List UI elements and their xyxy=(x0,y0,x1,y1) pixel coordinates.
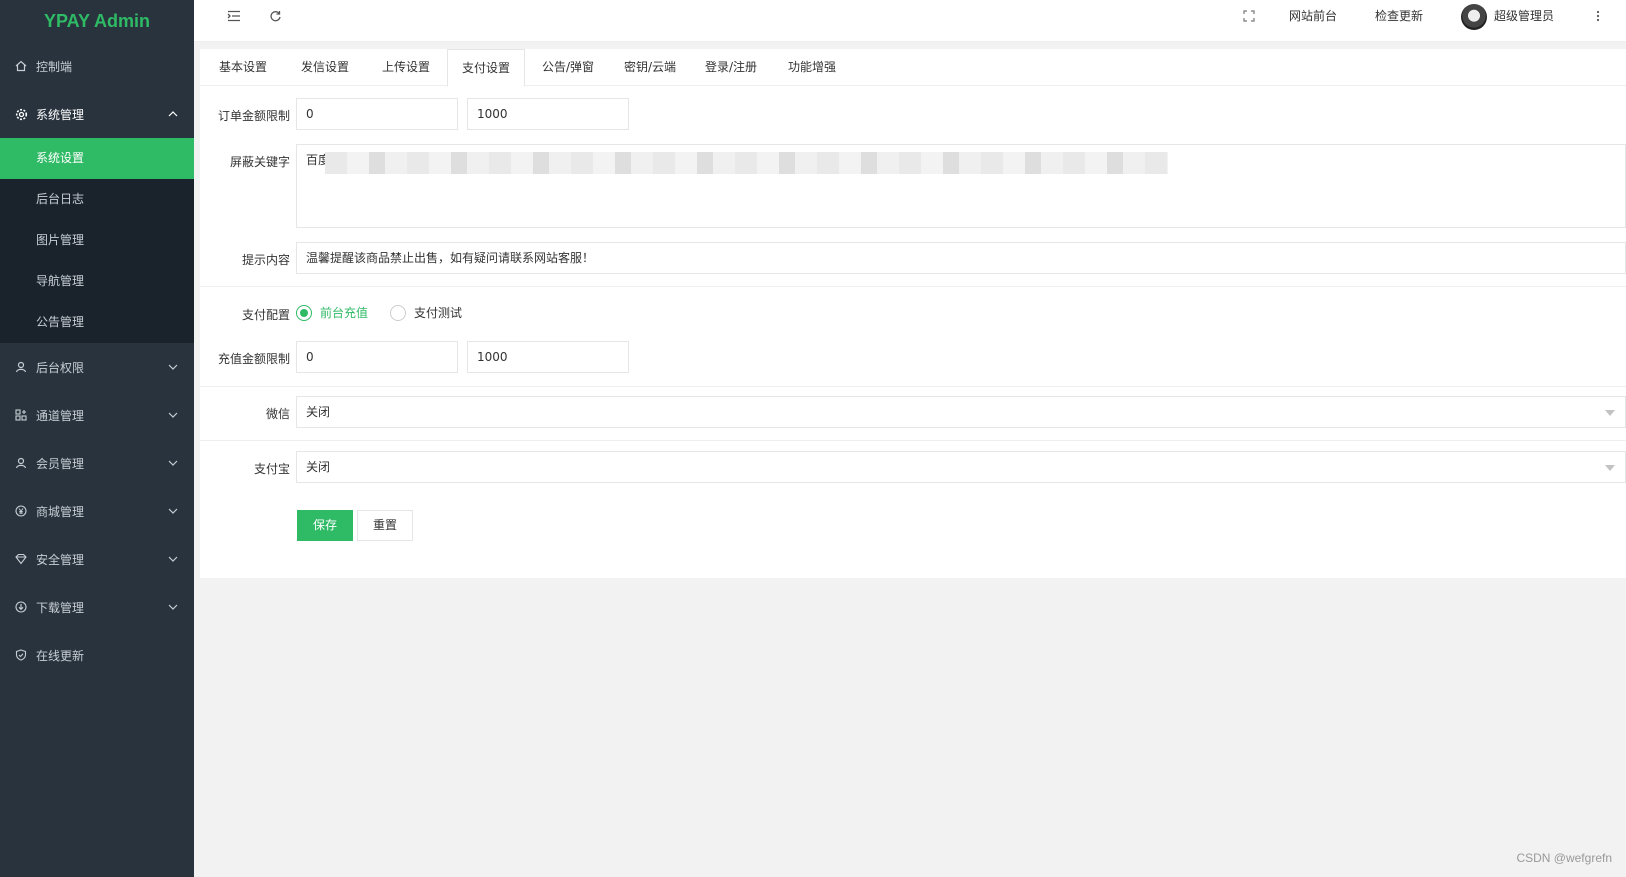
sidebar-item-members[interactable]: 会员管理 xyxy=(0,439,194,487)
user-icon xyxy=(14,360,28,374)
watermark: CSDN @wefgrefn xyxy=(1516,851,1612,865)
radio-pay-test[interactable]: 支付测试 xyxy=(390,304,462,321)
section-divider xyxy=(200,386,1626,387)
wechat-select-value: 关闭 xyxy=(306,405,331,419)
app-logo[interactable]: YPAY Admin xyxy=(0,0,194,42)
blurred-redaction xyxy=(325,152,1168,174)
tab-payment[interactable]: 支付设置 xyxy=(447,49,526,87)
tab-keys[interactable]: 密钥/云端 xyxy=(610,49,690,86)
sidebar-item-label: 商城管理 xyxy=(36,504,85,519)
recharge-min-input[interactable]: 0 xyxy=(296,341,458,373)
alipay-select-value: 关闭 xyxy=(306,460,331,474)
avatar[interactable] xyxy=(1461,4,1487,30)
chevron-up-icon xyxy=(168,109,178,119)
sidebar-item-security[interactable]: 安全管理 xyxy=(0,535,194,583)
chevron-down-icon xyxy=(168,506,178,516)
chevron-down-icon xyxy=(168,362,178,372)
alipay-label: 支付宝 xyxy=(253,462,290,476)
settings-tabs: 基本设置 发信设置 上传设置 支付设置 公告/弹窗 密钥/云端 登录/注册 功能… xyxy=(200,49,1626,87)
chevron-down-icon xyxy=(168,458,178,468)
sidebar-item-permissions[interactable]: 后台权限 xyxy=(0,343,194,391)
sidebar-subitem-image-manage[interactable]: 图片管理 xyxy=(0,220,194,261)
recharge-max-input[interactable]: 1000 xyxy=(467,341,629,373)
sidebar-item-label: 后台权限 xyxy=(36,360,85,375)
section-divider xyxy=(200,440,1626,441)
recharge-limit-label: 充值金额限制 xyxy=(217,352,290,366)
tab-mail[interactable]: 发信设置 xyxy=(287,49,363,86)
chevron-down-icon xyxy=(168,602,178,612)
sidebar-item-label: 下载管理 xyxy=(36,600,85,615)
blocked-keywords-label: 屏蔽关键字 xyxy=(229,155,290,169)
sidebar-subitem-admin-log[interactable]: 后台日志 xyxy=(0,179,194,220)
radio-circle xyxy=(296,304,312,321)
order-min-input[interactable]: 0 xyxy=(296,98,458,130)
shield-check-icon xyxy=(14,648,28,662)
radio-front-recharge[interactable]: 前台充值 xyxy=(296,304,368,321)
sidebar-item-label: 在线更新 xyxy=(36,648,85,663)
sidebar-item-channel[interactable]: 通道管理 xyxy=(0,391,194,439)
sidebar-item-online-update[interactable]: 在线更新 xyxy=(0,631,194,679)
reset-button[interactable]: 重置 xyxy=(357,510,414,541)
wechat-select[interactable]: 关闭 xyxy=(296,396,1626,428)
diamond-icon xyxy=(14,552,28,566)
sidebar-item-console[interactable]: 控制端 xyxy=(0,42,194,90)
sidebar-subitem-notice-manage[interactable]: 公告管理 xyxy=(0,302,194,343)
yen-icon xyxy=(14,504,28,518)
chevron-down-icon xyxy=(168,554,178,564)
section-divider xyxy=(200,286,1626,287)
tab-login[interactable]: 登录/注册 xyxy=(691,49,771,86)
system-submenu: 系统设置 后台日志 图片管理 导航管理 公告管理 xyxy=(0,138,194,343)
tip-label: 提示内容 xyxy=(241,253,290,267)
check-update-link[interactable]: 检查更新 xyxy=(1375,0,1423,32)
refresh-icon[interactable] xyxy=(265,6,285,26)
sidebar-item-label: 安全管理 xyxy=(36,552,85,567)
top-header: 网站前台 检查更新 超级管理员 xyxy=(194,0,1626,42)
radio-label: 前台充值 xyxy=(320,306,369,320)
wechat-label: 微信 xyxy=(265,407,290,421)
tab-notice[interactable]: 公告/弹窗 xyxy=(528,49,608,86)
alipay-select[interactable]: 关闭 xyxy=(296,451,1626,483)
sidebar: YPAY Admin 控制端 系统管理 系统设置 后台日志 图片管理 导航管理 … xyxy=(0,0,194,877)
order-limit-label: 订单金额限制 xyxy=(217,109,290,123)
download-icon xyxy=(14,600,28,614)
sidebar-subitem-system-settings[interactable]: 系统设置 xyxy=(0,138,194,179)
sidebar-item-label: 会员管理 xyxy=(36,456,85,471)
sidebar-item-label: 控制端 xyxy=(36,59,73,74)
site-front-link[interactable]: 网站前台 xyxy=(1289,0,1337,32)
chevron-down-icon xyxy=(168,410,178,420)
sidebar-item-system[interactable]: 系统管理 xyxy=(0,90,194,138)
fullscreen-icon[interactable] xyxy=(1239,6,1259,26)
order-max-input[interactable]: 1000 xyxy=(467,98,629,130)
gear-icon xyxy=(14,107,28,121)
menu-fold-icon[interactable] xyxy=(224,6,244,26)
username-link[interactable]: 超级管理员 xyxy=(1494,0,1554,32)
tab-features[interactable]: 功能增强 xyxy=(774,49,850,86)
sidebar-item-shop[interactable]: 商城管理 xyxy=(0,487,194,535)
member-icon xyxy=(14,456,28,470)
save-button[interactable]: 保存 xyxy=(297,510,354,541)
sidebar-subitem-nav-manage[interactable]: 导航管理 xyxy=(0,261,194,302)
settings-card: 基本设置 发信设置 上传设置 支付设置 公告/弹窗 密钥/云端 登录/注册 功能… xyxy=(200,49,1626,578)
tab-upload[interactable]: 上传设置 xyxy=(368,49,444,86)
tip-input[interactable]: 温馨提醒该商品禁止出售，如有疑问请联系网站客服！ xyxy=(296,242,1626,274)
sidebar-item-label: 通道管理 xyxy=(36,408,85,423)
radio-circle xyxy=(390,304,406,321)
caret-down-icon xyxy=(1605,410,1615,416)
caret-down-icon xyxy=(1605,465,1615,471)
tab-basic[interactable]: 基本设置 xyxy=(205,49,281,86)
channel-icon xyxy=(14,408,28,422)
pay-config-label: 支付配置 xyxy=(241,308,290,322)
sidebar-item-downloads[interactable]: 下载管理 xyxy=(0,583,194,631)
more-vertical-icon[interactable] xyxy=(1588,6,1608,26)
sidebar-item-label: 系统管理 xyxy=(36,107,85,122)
radio-label: 支付测试 xyxy=(414,306,463,320)
home-icon xyxy=(14,59,28,73)
